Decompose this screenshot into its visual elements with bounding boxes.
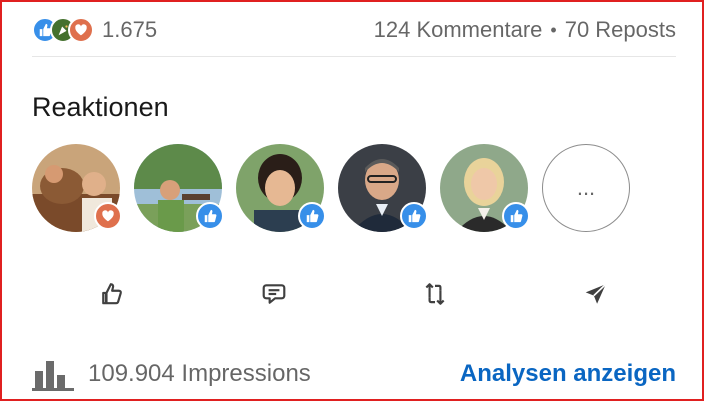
reactor-avatar[interactable]	[134, 144, 224, 232]
comments-count-link[interactable]: 124 Kommentare	[374, 17, 543, 43]
analytics-bars-icon	[32, 361, 74, 391]
more-label: ...	[576, 175, 596, 200]
social-details-panel: 1.675 124 Kommentare • 70 Reposts Reakti…	[0, 0, 704, 401]
more-reactors-button[interactable]: ...	[542, 144, 630, 232]
social-counts-bar: 1.675 124 Kommentare • 70 Reposts	[32, 10, 676, 50]
reactor-avatar[interactable]	[440, 144, 530, 232]
like-icon	[400, 202, 428, 230]
action-bar	[32, 272, 676, 316]
comment-icon	[262, 284, 285, 304]
like-icon	[101, 283, 122, 305]
like-icon	[502, 202, 530, 230]
reactor-avatar[interactable]	[338, 144, 428, 232]
reactions-summary[interactable]: 1.675	[32, 17, 157, 43]
impressions-count: 109.904 Impressions	[88, 360, 311, 387]
impressions-bar: 109.904 Impressions Analysen anzeigen	[32, 352, 676, 396]
love-icon	[68, 17, 94, 43]
like-icon	[196, 202, 224, 230]
impressions-summary: 109.904 Impressions	[32, 357, 311, 391]
view-analytics-link[interactable]: Analysen anzeigen	[460, 360, 676, 388]
send-button[interactable]	[556, 272, 636, 316]
divider	[32, 56, 676, 57]
send-icon	[585, 283, 606, 304]
reactor-avatar[interactable]	[32, 144, 122, 232]
reposts-count-link[interactable]: 70 Reposts	[565, 17, 676, 43]
repost-button[interactable]	[395, 272, 475, 316]
separator-dot: •	[550, 19, 557, 40]
reactor-avatars: ...	[32, 144, 630, 232]
love-icon	[94, 202, 122, 230]
reaction-count: 1.675	[102, 17, 158, 42]
comment-button[interactable]	[234, 272, 314, 316]
reaction-icons-stack	[32, 17, 94, 43]
like-icon	[298, 202, 326, 230]
reactor-avatar[interactable]	[236, 144, 326, 232]
reactions-title: Reaktionen	[32, 92, 169, 122]
repost-icon	[425, 283, 444, 305]
like-button[interactable]	[73, 272, 153, 316]
comments-reposts: 124 Kommentare • 70 Reposts	[374, 17, 676, 43]
